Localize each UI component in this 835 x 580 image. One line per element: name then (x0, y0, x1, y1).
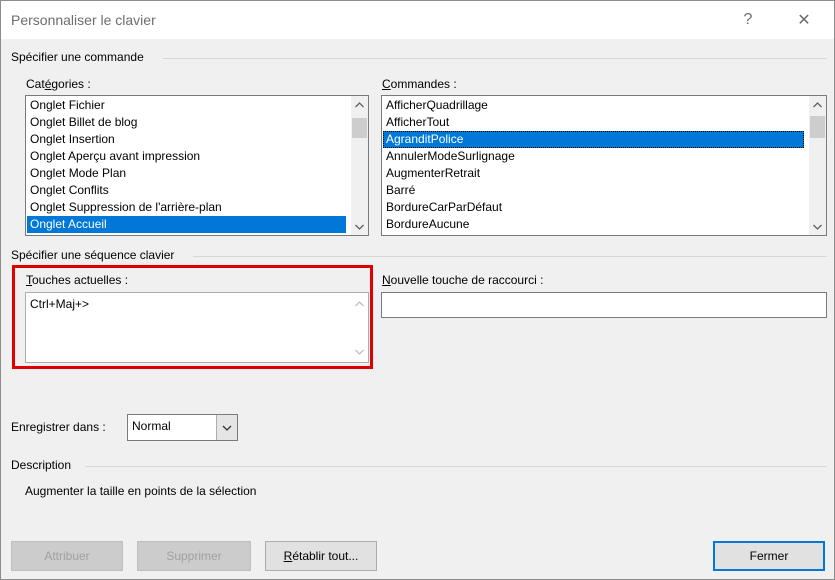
list-item[interactable]: AnnulerModeSurlignage (383, 148, 804, 165)
list-item-selected[interactable]: AgranditPolice (383, 131, 804, 148)
commands-items: AfficherQuadrillage AfficherTout Agrandi… (383, 97, 804, 233)
list-item[interactable]: Onglet Suppression de l'arrière-plan (27, 199, 346, 216)
scroll-thumb[interactable] (352, 118, 367, 138)
categories-scrollbar[interactable] (351, 96, 368, 235)
section-divider (163, 58, 827, 59)
section-divider (193, 256, 827, 257)
categories-label: Catégories : (26, 77, 91, 91)
help-button[interactable]: ? (733, 6, 763, 34)
current-keys-label: Touches actuelles : (26, 273, 129, 287)
section-keys-legend: Spécifier une séquence clavier (11, 248, 175, 262)
current-key-value[interactable]: Ctrl+Maj+> (30, 297, 89, 311)
scroll-up-arrow-icon[interactable] (351, 96, 368, 113)
list-item[interactable]: Onglet Aperçu avant impression (27, 148, 346, 165)
scroll-thumb[interactable] (810, 116, 825, 138)
dialog-title: Personnaliser le clavier (11, 12, 156, 28)
list-item[interactable]: Onglet Billet de blog (27, 114, 346, 131)
assign-button[interactable]: Attribuer (11, 541, 123, 571)
customize-keyboard-dialog: Personnaliser le clavier ? ✕ Spécifier u… (0, 0, 835, 580)
list-item[interactable]: Onglet Mode Plan (27, 165, 346, 182)
close-button[interactable]: Fermer (713, 541, 825, 571)
categories-listbox[interactable]: Onglet Fichier Onglet Billet de blog Ong… (25, 95, 369, 236)
current-keys-scrollbar (351, 293, 368, 362)
save-in-value: Normal (132, 419, 171, 433)
new-shortcut-input[interactable] (381, 292, 827, 318)
description-text: Augmenter la taille en points de la séle… (25, 484, 257, 498)
scroll-up-arrow-icon[interactable] (809, 96, 826, 113)
list-item[interactable]: Onglet Fichier (27, 97, 346, 114)
list-item[interactable]: Onglet Insertion (27, 131, 346, 148)
categories-items: Onglet Fichier Onglet Billet de blog Ong… (27, 97, 346, 233)
list-item[interactable]: BordureCarParDéfaut (383, 199, 804, 216)
list-item[interactable]: BordureAucune (383, 216, 804, 233)
dropdown-button[interactable] (216, 415, 237, 440)
commands-label: Commandes : (382, 77, 457, 91)
list-item[interactable]: AugmenterRetrait (383, 165, 804, 182)
close-window-button[interactable]: ✕ (789, 6, 819, 34)
close-icon: ✕ (797, 12, 811, 29)
save-in-label: Enregistrer dans : (11, 420, 106, 434)
scroll-up-arrow-icon (351, 295, 368, 312)
list-item[interactable]: AfficherQuadrillage (383, 97, 804, 114)
save-in-select[interactable]: Normal (127, 414, 238, 441)
description-legend: Description (11, 458, 72, 472)
scroll-down-arrow-icon[interactable] (351, 218, 368, 235)
chevron-down-icon (222, 425, 232, 431)
commands-listbox[interactable]: AfficherQuadrillage AfficherTout Agrandi… (381, 95, 827, 236)
help-icon: ? (743, 11, 753, 28)
scroll-down-arrow-icon (351, 343, 368, 360)
list-item-selected[interactable]: Onglet Accueil (27, 216, 346, 233)
commands-scrollbar[interactable] (809, 96, 826, 235)
remove-button[interactable]: Supprimer (137, 541, 251, 571)
section-divider (85, 466, 827, 467)
title-bar: Personnaliser le clavier ? ✕ (1, 1, 834, 39)
new-shortcut-label: Nouvelle touche de raccourci : (382, 273, 544, 287)
section-command-legend: Spécifier une commande (11, 50, 144, 64)
list-item[interactable]: Onglet Conflits (27, 182, 346, 199)
scroll-down-arrow-icon[interactable] (809, 218, 826, 235)
list-item[interactable]: Barré (383, 182, 804, 199)
reset-all-button[interactable]: Rétablir tout... (265, 541, 377, 571)
list-item[interactable]: AfficherTout (383, 114, 804, 131)
current-keys-list[interactable]: Ctrl+Maj+> (25, 292, 369, 363)
